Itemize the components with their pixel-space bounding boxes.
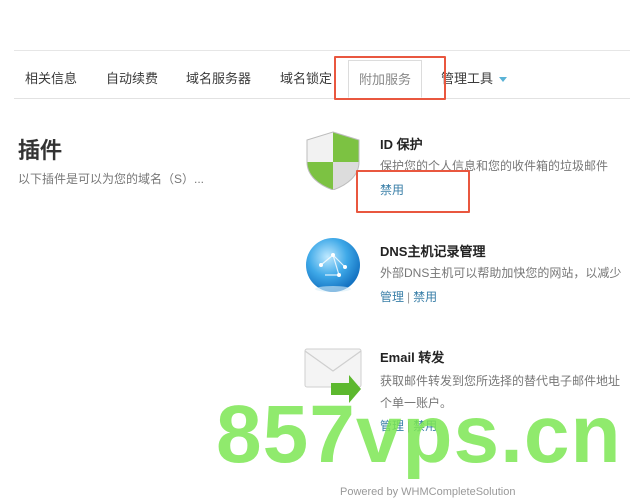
item-title-email-forwarding: Email 转发	[380, 350, 445, 365]
page-title: 插件	[18, 139, 63, 164]
page-description: 以下插件是可以为您的域名（S）...	[18, 172, 205, 186]
manage-link[interactable]: 管理	[380, 290, 404, 304]
tab-label: 管理工具	[441, 71, 494, 86]
tab-auto-renew[interactable]: 自动续费	[106, 60, 158, 98]
tab-label: 域名锁定	[280, 71, 333, 86]
tab-bar: 相关信息 自动续费 域名服务器 域名锁定 附加服务 管理工具	[14, 60, 630, 99]
top-divider	[14, 50, 630, 51]
tab-management-tools[interactable]: 管理工具	[441, 60, 508, 98]
footer-text: Powered by WHMCompleteSolution	[340, 486, 516, 498]
item-title-dns: DNS主机记录管理	[380, 244, 486, 259]
item-description: 获取邮件转发到您所选择的替代电子邮件地址	[380, 374, 621, 388]
tab-domain-lock[interactable]: 域名锁定	[280, 60, 332, 98]
highlight-box-tab	[334, 56, 446, 100]
tab-label: 相关信息	[25, 71, 78, 86]
watermark: 857vps.cn	[216, 389, 622, 480]
item-title-id-protection: ID 保护	[380, 137, 423, 152]
shield-icon	[306, 131, 360, 190]
item-links: 管理 | 禁用	[380, 288, 437, 305]
tab-nameservers[interactable]: 域名服务器	[186, 60, 251, 98]
tab-related-info[interactable]: 相关信息	[25, 60, 77, 98]
chevron-down-icon	[499, 77, 508, 83]
tab-label: 自动续费	[106, 71, 159, 86]
disable-link[interactable]: 禁用	[413, 290, 437, 304]
highlight-box-disable	[356, 170, 470, 213]
globe-icon	[306, 238, 360, 292]
link-separator: |	[407, 290, 411, 304]
tab-label: 域名服务器	[186, 71, 252, 86]
item-description: 外部DNS主机可以帮助加快您的网站，以减少	[380, 266, 622, 280]
